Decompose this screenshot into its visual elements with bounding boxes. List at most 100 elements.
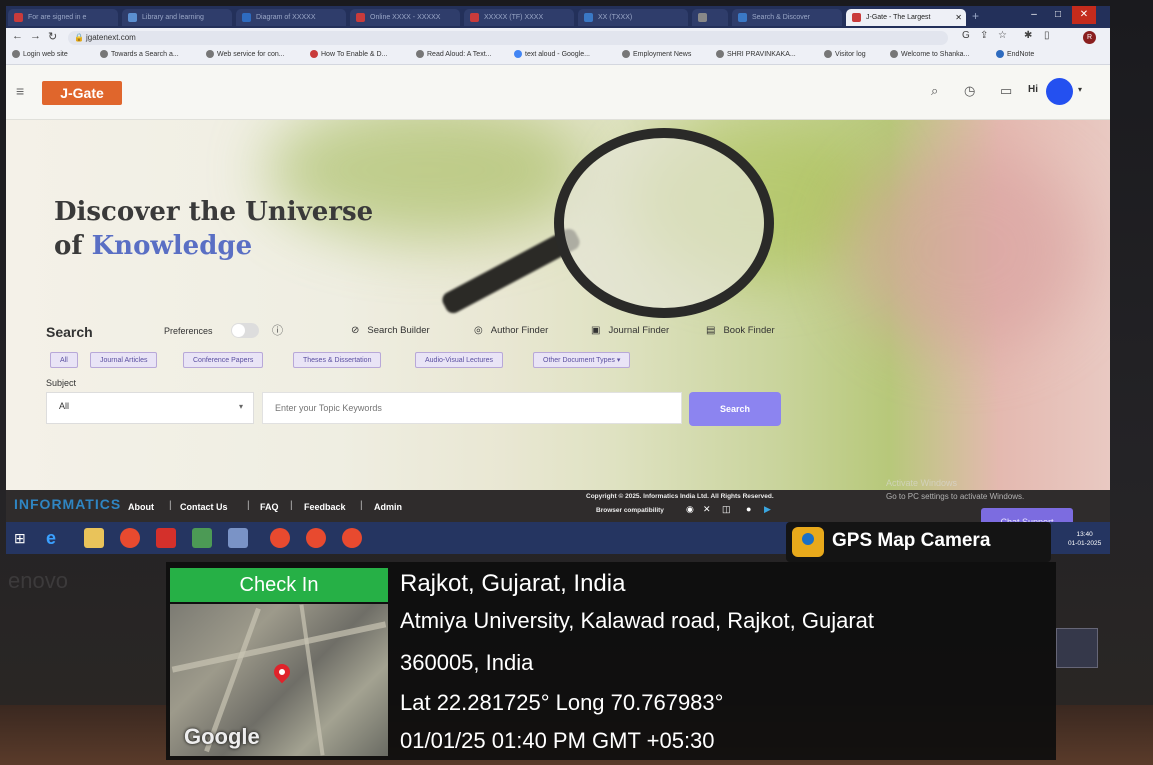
search-builder-link[interactable]: ⊘ Search Builder — [351, 325, 430, 336]
search-button[interactable]: Search — [689, 392, 781, 426]
chrome-taskbar-icon[interactable] — [306, 528, 326, 548]
bookmark-item[interactable]: Login web site — [12, 50, 68, 58]
address-bar-row: ← → ↻ 🔒 jgatenext.com G ⇪ ☆ ✱ ▯ R — [6, 28, 1110, 48]
bookmark-icon[interactable]: ▭ — [1000, 83, 1012, 99]
menu-icon[interactable]: ≡ — [16, 83, 24, 99]
lock-icon: 🔒 — [74, 33, 84, 42]
preferences-label: Preferences — [164, 326, 213, 336]
taskbar-clock[interactable]: 13:40 01-01-2025 — [1068, 530, 1101, 548]
doctype-chip-theses[interactable]: Theses & Dissertation — [293, 352, 382, 368]
browser-tab[interactable]: XXXXX (TF) XXXX — [464, 9, 574, 26]
site-footer: INFORMATICS About | Contact Us | FAQ | F… — [6, 478, 1110, 538]
browser-tab[interactable]: Diagram of XXXXX — [236, 9, 346, 26]
forward-icon[interactable]: → — [30, 30, 41, 42]
tab-favicon-icon — [698, 13, 707, 22]
maximize-icon[interactable]: □ — [1046, 6, 1070, 24]
doctype-chip-all[interactable]: All — [50, 352, 78, 368]
bookmark-star-icon[interactable]: ☆ — [998, 30, 1007, 41]
doctype-chip-other[interactable]: Other Document Types ▾ — [533, 352, 631, 368]
jgate-logo[interactable]: J-Gate — [42, 81, 122, 105]
extensions-icon[interactable]: ✱ — [1024, 30, 1032, 41]
doctype-chip-journal-articles[interactable]: Journal Articles — [90, 352, 158, 368]
window-close-icon[interactable]: ✕ — [1072, 6, 1096, 24]
gps-address-line1: Atmiya University, Kalawad road, Rajkot,… — [400, 608, 874, 633]
chevron-down-icon[interactable]: ▾ — [1078, 85, 1082, 94]
edge-icon: ◫ — [722, 504, 731, 514]
chrome-taskbar-icon[interactable] — [270, 528, 290, 548]
footer-link-contact[interactable]: Contact Us — [180, 502, 228, 512]
subject-label: Subject — [46, 378, 77, 388]
footer-link-about[interactable]: About — [128, 502, 154, 512]
book-finder-link[interactable]: ▤ Book Finder — [706, 325, 775, 336]
footer-link-faq[interactable]: FAQ — [260, 502, 279, 512]
browser-tab[interactable]: Library and learning — [122, 9, 232, 26]
back-icon[interactable]: ← — [12, 30, 23, 42]
notepad-icon[interactable] — [228, 528, 248, 548]
bookmark-item[interactable]: text aloud - Google... — [514, 50, 590, 58]
bookmark-favicon-icon — [206, 50, 214, 58]
gps-app-badge: GPS Map Camera — [786, 522, 1051, 562]
bookmark-favicon-icon — [890, 50, 898, 58]
gps-timestamp: 01/01/25 01:40 PM GMT +05:30 — [400, 728, 715, 753]
excel-icon[interactable] — [192, 528, 212, 548]
bookmark-item[interactable]: How To Enable & D... — [310, 50, 387, 58]
bookmark-item[interactable]: Towards a Search a... — [100, 50, 179, 58]
copyright-text: Copyright © 2025. Informatics India Ltd.… — [586, 493, 774, 500]
chrome-icon: ◉ — [686, 504, 694, 514]
bookmark-item[interactable]: Employment News — [622, 50, 691, 58]
browser-tab[interactable]: XX (TXXX) — [578, 9, 688, 26]
windows-start-icon[interactable]: ⊞ — [14, 528, 34, 548]
tab-favicon-icon — [356, 13, 365, 22]
tab-close-icon[interactable]: ✕ — [955, 9, 962, 26]
side-panel-icon[interactable]: ▯ — [1044, 30, 1050, 41]
bookmark-item[interactable]: Welcome to Shanka... — [890, 50, 969, 58]
bookmark-favicon-icon — [622, 50, 630, 58]
search-icon[interactable]: ⌕ — [931, 83, 938, 99]
preferences-toggle[interactable] — [231, 323, 259, 338]
chrome-taskbar-icon[interactable] — [342, 528, 362, 548]
browser-tab-active[interactable]: J-Gate - The Largest ✕ — [846, 9, 966, 26]
browser-profile-avatar[interactable]: R — [1083, 31, 1096, 44]
magnifier-lens — [554, 128, 774, 318]
google-lens-icon[interactable]: G — [962, 30, 970, 41]
tab-favicon-icon — [584, 13, 593, 22]
subject-select[interactable]: All ▾ — [46, 392, 254, 424]
browser-tab[interactable]: Search & Discover — [732, 9, 842, 26]
google-watermark: Google — [184, 724, 260, 749]
chrome-taskbar-icon[interactable] — [120, 528, 140, 548]
tab-favicon-icon — [128, 13, 137, 22]
bookmark-favicon-icon — [716, 50, 724, 58]
author-finder-link[interactable]: ◎ Author Finder — [474, 325, 548, 336]
search-panel: Search Preferences ⓘ ⊘ Search Builder ◎ Au… — [6, 316, 1110, 476]
bookmark-item[interactable]: EndNote — [996, 50, 1034, 58]
browser-tab[interactable] — [692, 9, 728, 26]
doctype-chip-audio-visual[interactable]: Audio-Visual Lectures — [415, 352, 503, 368]
footer-link-admin[interactable]: Admin — [374, 502, 402, 512]
bookmark-item[interactable]: SHRI PRAVINKAKA... — [716, 50, 796, 58]
journal-finder-link[interactable]: ▣ Journal Finder — [591, 325, 669, 336]
bookmark-item[interactable]: Web service for con... — [206, 50, 285, 58]
tab-favicon-icon — [14, 13, 23, 22]
bookmark-item[interactable]: Read Aloud: A Text... — [416, 50, 491, 58]
info-icon[interactable]: ⓘ — [272, 322, 283, 338]
browser-tab[interactable]: Online XXXX - XXXXX — [350, 9, 460, 26]
ie-icon[interactable]: e — [46, 528, 66, 548]
url-field[interactable]: 🔒 jgatenext.com — [68, 31, 948, 45]
file-explorer-icon[interactable] — [84, 528, 104, 548]
keyword-search-input[interactable] — [262, 392, 682, 424]
map-road — [299, 604, 325, 756]
check-in-label: Check In — [170, 568, 388, 602]
minimize-icon[interactable]: – — [1022, 6, 1046, 24]
browser-tab[interactable]: For are signed in e — [8, 9, 118, 26]
share-icon[interactable]: ⇪ — [980, 30, 988, 41]
user-avatar[interactable] — [1046, 78, 1073, 105]
footer-link-feedback[interactable]: Feedback — [304, 502, 346, 512]
new-tab-icon[interactable]: + — [972, 9, 979, 24]
history-icon[interactable]: ◷ — [964, 83, 975, 99]
acrobat-icon[interactable] — [156, 528, 176, 548]
bookmark-item[interactable]: Visitor log — [824, 50, 866, 58]
doctype-chip-conference-papers[interactable]: Conference Papers — [183, 352, 264, 368]
map-thumbnail: Google — [170, 604, 388, 756]
x-icon: ✕ — [703, 504, 711, 514]
reload-icon[interactable]: ↻ — [48, 30, 57, 43]
